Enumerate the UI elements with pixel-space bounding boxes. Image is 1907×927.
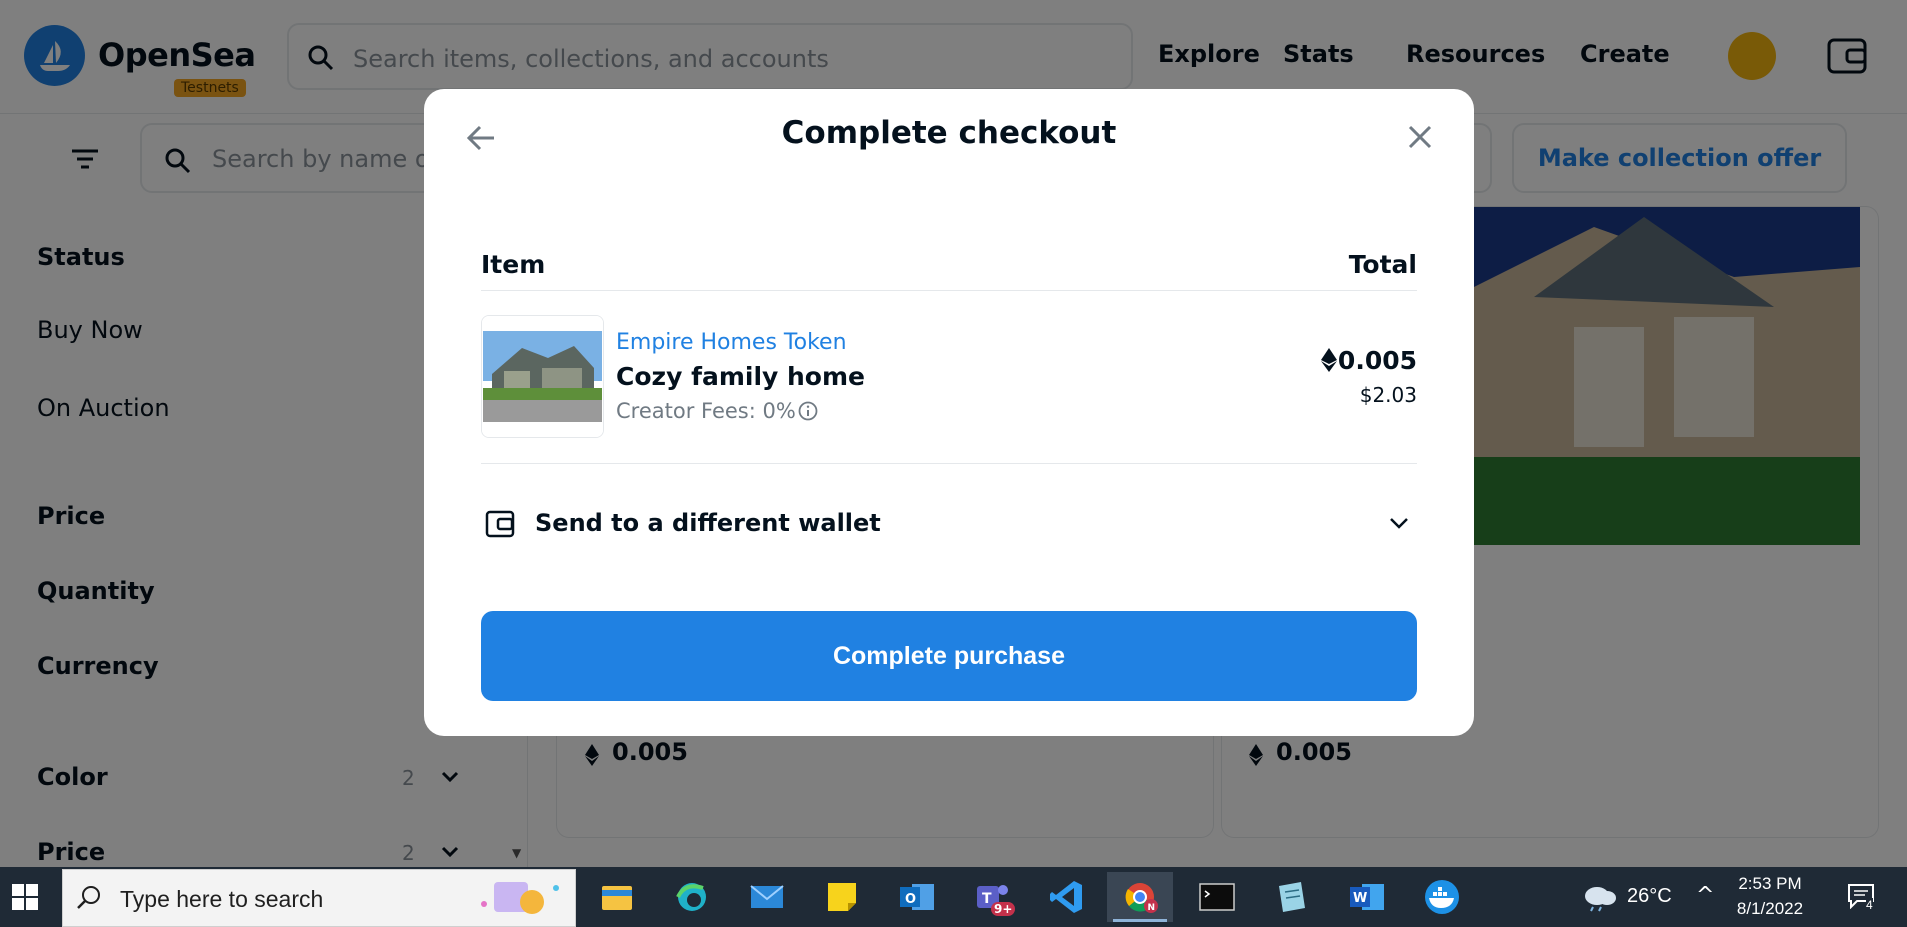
send-to-different-wallet-label[interactable]: Send to a different wallet (535, 509, 881, 537)
item-column-header: Item (481, 250, 546, 279)
item-price-usd: $2.03 (1359, 383, 1417, 407)
creator-fees-text: Creator Fees: 0% (616, 399, 796, 423)
total-column-header: Total (1348, 250, 1417, 279)
cloud-rain-icon[interactable] (1579, 882, 1619, 912)
svg-text:T: T (982, 891, 992, 907)
info-icon[interactable] (798, 401, 818, 421)
search-icon (77, 886, 100, 909)
notepad-icon[interactable] (1267, 872, 1317, 922)
divider (481, 290, 1417, 291)
word-icon[interactable]: W (1342, 872, 1392, 922)
chevron-down-icon[interactable] (1388, 516, 1410, 530)
item-thumbnail (481, 315, 604, 438)
svg-text:W: W (1353, 891, 1367, 906)
edge-icon[interactable] (667, 872, 717, 922)
complete-purchase-button[interactable]: Complete purchase (481, 611, 1417, 701)
file-explorer-icon[interactable] (592, 872, 642, 922)
wallet-icon (485, 510, 515, 538)
svg-text:N: N (1148, 903, 1156, 913)
clock-date: 8/1/2022 (1736, 899, 1804, 918)
divider (481, 463, 1417, 464)
search-highlight-icon (481, 882, 559, 914)
clock-time: 2:53 PM (1738, 874, 1802, 893)
sticky-notes-icon[interactable] (817, 872, 867, 922)
outlook-icon[interactable]: O (892, 872, 942, 922)
close-icon[interactable] (1405, 122, 1435, 152)
vscode-icon[interactable] (1042, 872, 1092, 922)
svg-text:O: O (905, 892, 916, 907)
windows-start-icon[interactable] (12, 884, 38, 910)
taskbar-search-placeholder: Type here to search (120, 886, 324, 912)
modal-title: Complete checkout (781, 115, 1117, 151)
docker-icon[interactable] (1417, 872, 1467, 922)
mail-icon[interactable] (742, 872, 792, 922)
active-app-indicator (1113, 919, 1167, 922)
chevron-up-icon[interactable]: ^ (1696, 883, 1714, 908)
item-collection-link[interactable]: Empire Homes Token (616, 330, 847, 355)
clock[interactable]: 2:53 PM 8/1/2022 (1720, 871, 1820, 921)
item-price-eth: 0.005 (1337, 346, 1417, 375)
item-name: Cozy family home (616, 362, 865, 391)
teams-icon[interactable]: T 9+ (967, 872, 1017, 922)
weather-temperature[interactable]: 26°C (1627, 885, 1672, 908)
teams-badge: 9+ (991, 902, 1016, 916)
notification-count: 4 (1866, 898, 1873, 912)
terminal-icon[interactable] (1192, 872, 1242, 922)
chrome-icon[interactable]: N (1107, 872, 1173, 922)
